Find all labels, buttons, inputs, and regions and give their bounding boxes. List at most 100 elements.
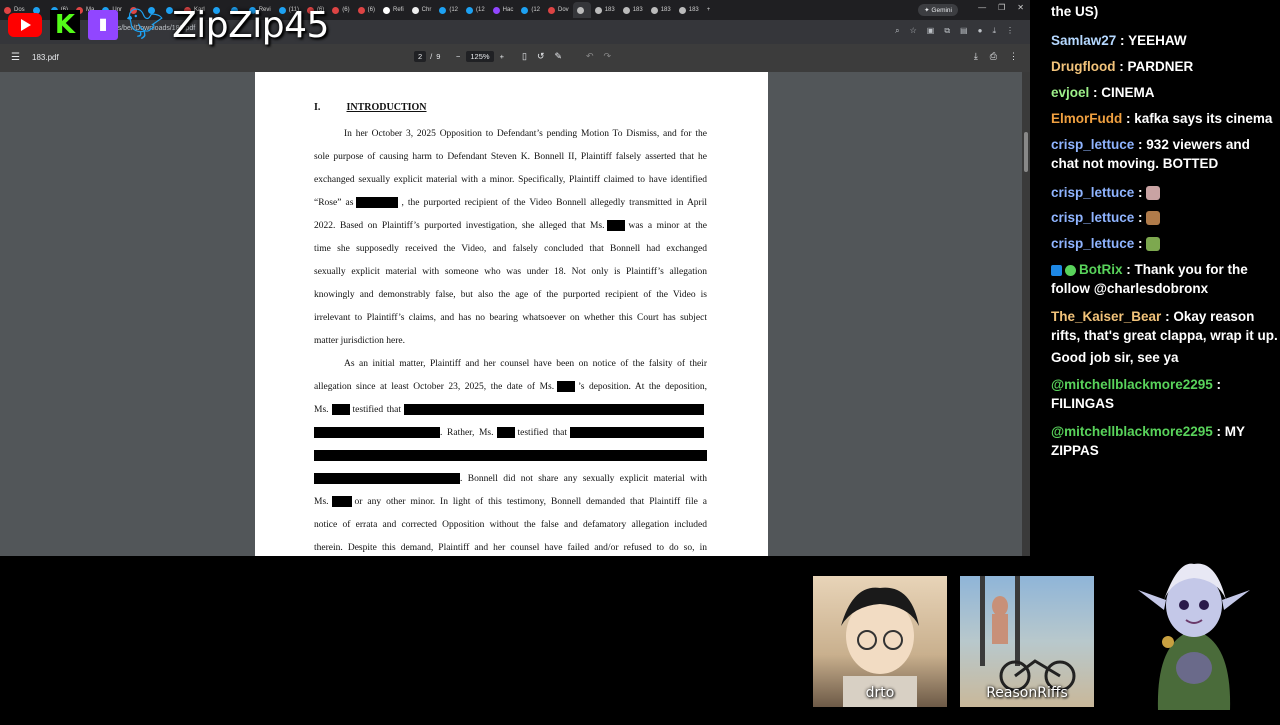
chat-emote-icon [1146,211,1161,226]
heading-number: I. [314,102,321,113]
zoom-out-icon[interactable]: − [456,52,460,61]
extension-icon[interactable]: ▣ [927,26,935,36]
redaction-bar [331,404,350,416]
browser-tab[interactable]: (12 [517,2,544,18]
chat-continuation: chat not moving. BOTTED [1051,156,1219,171]
heading-title: INTRODUCTION [346,102,427,113]
browser-tab[interactable]: Dov [544,2,573,18]
pdf-menu-icon[interactable]: ☰ [11,52,20,63]
toolbar-icons: ⌕ ☆ ▣ ⧉ ▤ ● ⤓ ⋮ [895,26,1014,36]
document-line: . Rather, Ms. testified that [314,427,707,439]
page-control: 2 / 9 [414,51,440,62]
tab-favicon-icon [622,6,630,14]
chat-username[interactable]: BotRix [1079,262,1123,277]
chat-username[interactable]: crisp_lettuce [1051,137,1134,152]
document-text: sexually explicit material with someone … [314,267,707,277]
document-text: matter jurisdiction here. [314,336,406,346]
chat-username[interactable]: crisp_lettuce [1051,185,1134,200]
tab-favicon-icon [439,6,447,14]
chat-username[interactable]: ElmorFudd [1051,111,1122,126]
annotate-icon[interactable]: ✎ [555,51,563,62]
redaction-bar [607,220,626,232]
document-line: “Rose” as , the purported recipient of th… [314,197,707,209]
pdf-filename: 183.pdf [32,53,59,62]
document-text: 2022. Based on Plaintiff’s purported inv… [314,221,605,231]
profile-icon[interactable]: ● [978,26,983,36]
youtube-icon [8,13,42,37]
browser-tab[interactable]: 183 [591,2,619,18]
document-text: knowingly and demonstrably false, but al… [314,290,707,300]
redaction-bar [557,381,576,393]
chat-username[interactable]: crisp_lettuce [1051,236,1134,251]
rotate-icon[interactable]: ↺ [537,51,545,62]
document-text: notice of errata and corrected Oppositio… [314,520,707,530]
redo-icon[interactable]: ↷ [604,51,612,62]
zoom-icon[interactable]: ⌕ [895,26,899,36]
browser-tab[interactable]: (6) [328,2,353,18]
zoom-level[interactable]: 125% [466,51,494,62]
browser-tab[interactable]: Chr [408,2,436,18]
chat-username[interactable]: @mitchellblackmore2295 [1051,424,1213,439]
browser-tab[interactable]: Hac [489,2,518,18]
chat-message: Drugflood : PARDNER [1051,59,1194,74]
browser-tab[interactable]: 183 [619,2,647,18]
chat-username[interactable]: evjoel [1051,85,1089,100]
browser-tab[interactable]: (12 [435,2,462,18]
chat-username[interactable]: Drugflood [1051,59,1115,74]
browser-tab[interactable] [572,2,591,18]
tab-favicon-icon [492,6,500,14]
scrollbar-thumb[interactable] [1024,132,1028,172]
vtuber-avatar [1138,560,1250,720]
document-text: As an initial matter, Plaintiff and her … [344,359,707,369]
chat-text: kafka says its cinema [1134,111,1273,126]
document-line: irrelevant to Plaintiff’s claims, and ha… [314,312,707,324]
chat-username[interactable]: @mitchellblackmore2295 [1051,377,1213,392]
browser-tab[interactable]: 183 [675,2,703,18]
chat-username[interactable]: The_Kaiser_Bear [1051,309,1161,324]
document-text: Ms. [314,497,329,507]
bookmark-star-icon[interactable]: ☆ [910,26,917,36]
browser-tab[interactable]: 183 [647,2,675,18]
chat-text: MY [1224,424,1245,439]
tab-label: Dov [558,7,569,13]
browser-tab[interactable]: (6) [354,2,379,18]
chat-text: Thank you for the [1134,262,1248,277]
browser-tab[interactable]: Refi [379,2,408,18]
document-line: sole purpose of causing harm to Defendan… [314,151,707,163]
tab-favicon-icon [678,6,686,14]
pdf-scrollbar[interactable] [1022,72,1030,556]
document-line: Ms. or any other minor. In light of this … [314,496,707,508]
download-icon[interactable]: ⤓ [992,26,996,36]
fit-page-icon[interactable]: ▯ [522,51,527,62]
gemini-button[interactable]: ✦ Gemini [918,4,958,16]
document-text: therein. Despite this demand, Plaintiff … [314,543,707,553]
sidebar-icon[interactable]: ▤ [960,26,968,36]
restore-icon[interactable]: ❐ [998,3,1005,12]
pdf-toolbar: ☰ 183.pdf 2 / 9 − 125% + ▯ ↺ ✎ ↶ ↷ ⤓ ⎙ ⋮ [0,44,1030,72]
page-number-input[interactable]: 2 [414,51,427,62]
undo-icon[interactable]: ↶ [586,51,594,62]
more-options-icon[interactable]: ⋮ [1009,51,1018,62]
chat-username[interactable]: Samlaw27 [1051,33,1116,48]
extensions-puzzle-icon[interactable]: ⧉ [944,26,950,36]
menu-dots-icon[interactable]: ⋮ [1006,26,1014,36]
avatar-art [1138,563,1250,710]
download-pdf-icon[interactable]: ⤓ [974,51,978,62]
chat-username[interactable]: crisp_lettuce [1051,210,1134,225]
chat-message: @mitchellblackmore2295 : MY [1051,424,1245,439]
redaction-bar [356,197,399,209]
zoom-in-icon[interactable]: + [500,52,504,61]
document-line: knowingly and demonstrably false, but al… [314,289,707,301]
tab-favicon-icon [521,6,529,14]
browser-tab[interactable]: (12 [462,2,489,18]
new-tab-button[interactable]: + [703,2,715,18]
social-logos: K ▮ 🐦︎ ZipZip45 [8,4,329,46]
tab-label: (12 [476,7,485,13]
tab-favicon-icon [576,6,584,14]
document-line [314,450,707,462]
twitch-icon: ▮ [88,10,118,40]
minimize-icon[interactable]: — [978,3,986,12]
close-window-icon[interactable]: ✕ [1017,3,1024,12]
print-icon[interactable]: ⎙ [990,51,997,62]
tab-favicon-icon [548,6,556,14]
